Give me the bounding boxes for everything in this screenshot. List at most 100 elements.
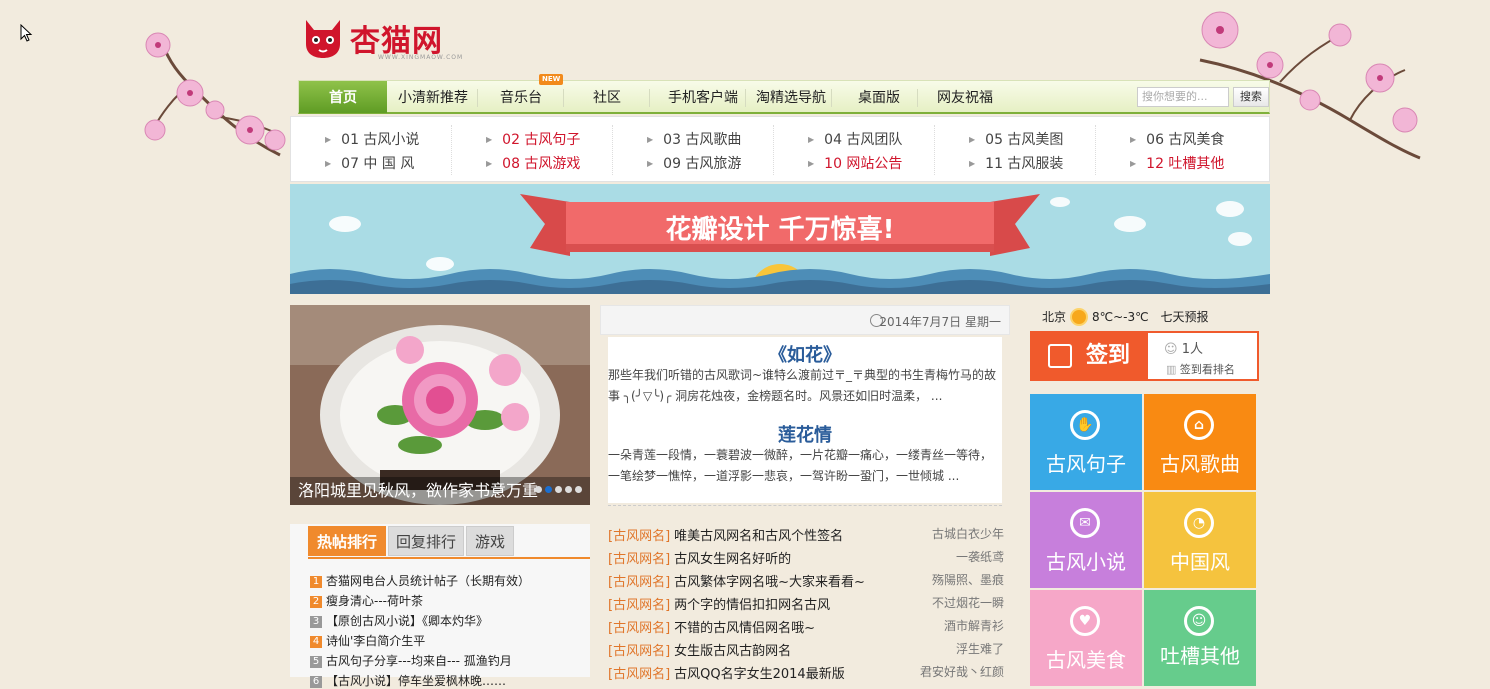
nav-item-community[interactable]: 社区 bbox=[565, 81, 649, 113]
arrow-right-icon: ▶ bbox=[1130, 135, 1137, 144]
clock-icon: ◔ bbox=[1184, 508, 1214, 538]
category-nav: ▶ 01 古风小说 ▶ 07 中 国 风 ▶ 02 古风句子 ▶ 08 古风游戏 ▶ 03… bbox=[290, 116, 1270, 182]
category-column: ▶ 05 古风美图 ▶ 11 古风服装 bbox=[935, 125, 1096, 175]
nav-item-taobao[interactable]: 淘精选导航 bbox=[747, 81, 835, 113]
category-link[interactable]: ▶ 12 吐槽其他 bbox=[1130, 153, 1224, 173]
category-link[interactable]: ▶ 11 古风服装 bbox=[969, 153, 1063, 173]
mouse-cursor-icon bbox=[20, 24, 33, 42]
site-logo[interactable]: 杏猫网 WWW.XINGMAOW.COM bbox=[300, 12, 462, 64]
tile-other[interactable]: ☺ 吐槽其他 bbox=[1144, 590, 1256, 686]
arrow-right-icon: ▶ bbox=[808, 135, 815, 144]
category-column: ▶ 06 古风美食 ▶ 12 吐槽其他 bbox=[1096, 125, 1256, 175]
tile-food[interactable]: ♥ 古风美食 bbox=[1030, 590, 1142, 686]
tab-replies[interactable]: 回复排行 bbox=[388, 526, 464, 556]
weather-widget[interactable]: 北京 8℃~-3℃ 七天预报 bbox=[1042, 308, 1208, 325]
list-item[interactable]: [古风网名] 古风女生网名好听的 一袭纸鸢 bbox=[608, 548, 1004, 567]
arrow-right-icon: ▶ bbox=[325, 159, 332, 168]
article-title[interactable]: 《如花》 bbox=[608, 341, 1002, 367]
home-icon: ⌂ bbox=[1184, 410, 1214, 440]
nav-item-fresh[interactable]: 小清新推荐 bbox=[389, 81, 477, 113]
slider-image bbox=[290, 305, 590, 505]
center-column: 2014年7月7日 星期一 《如花》 那些年我们听错的古风歌词~谁特么渡前过〒_… bbox=[600, 305, 1010, 682]
list-item[interactable]: [古风网名] 女生版古风古韵网名 浮生难了 bbox=[608, 640, 1004, 659]
sign-in-button[interactable]: 签到 bbox=[1032, 333, 1148, 379]
nav-separator bbox=[745, 89, 746, 107]
nav-separator bbox=[477, 89, 478, 107]
list-item[interactable]: [古风网名] 唯美古风网名和古风个性签名 古城白衣少年 bbox=[608, 525, 1004, 544]
tile-chinese-style[interactable]: ◔ 中国风 bbox=[1144, 492, 1256, 588]
date-bar: 2014年7月7日 星期一 bbox=[600, 305, 1010, 335]
divider bbox=[608, 505, 1002, 506]
tab-hot-posts[interactable]: 热帖排行 bbox=[308, 526, 386, 556]
nav-item-home[interactable]: 首页 bbox=[299, 81, 387, 113]
image-slider[interactable]: 洛阳城里见秋风，欲作家书意万重 bbox=[290, 305, 590, 505]
slider-dot-active[interactable] bbox=[545, 486, 552, 493]
featured-articles: 《如花》 那些年我们听错的古风歌词~谁特么渡前过〒_〒典型的书生青梅竹马的故事 … bbox=[608, 337, 1002, 503]
hand-icon: ✋ bbox=[1070, 410, 1100, 440]
nav-item-music[interactable]: 音乐台 bbox=[479, 81, 563, 113]
article-title[interactable]: 莲花情 bbox=[608, 421, 1002, 447]
slider-dot[interactable] bbox=[555, 486, 562, 493]
article-summary: 一朵青莲一段情，一蓑碧波一微醉，一片花瓣一痛心，一缕青丝一等待，一笔绘梦一憔悴，… bbox=[608, 448, 993, 483]
right-column: 北京 8℃~-3℃ 七天预报 签到 ☺ 1人 ▥ 签到看排名 ✋ 古风句子 ⌂ 古… bbox=[1030, 305, 1270, 686]
arrow-right-icon: ▶ bbox=[486, 135, 493, 144]
sign-in-count: ☺ 1人 bbox=[1164, 342, 1203, 357]
tile-songs[interactable]: ⌂ 古风歌曲 bbox=[1144, 394, 1256, 490]
heart-icon: ♥ bbox=[1070, 606, 1100, 636]
list-item[interactable]: [古风网名] 古风QQ名字女生2014最新版 君安好哉丶红颜 bbox=[608, 663, 1004, 682]
arrow-right-icon: ▶ bbox=[808, 159, 815, 168]
user-icon: ☺ bbox=[1164, 342, 1182, 357]
list-item[interactable]: 1 杏猫网电台人员统计帖子（长期有效） bbox=[310, 572, 530, 589]
tab-games[interactable]: 游戏 bbox=[466, 526, 514, 556]
category-column: ▶ 03 古风歌曲 ▶ 09 古风旅游 bbox=[613, 125, 774, 175]
sign-in-rank-link[interactable]: ▥ 签到看排名 bbox=[1166, 361, 1235, 377]
list-item[interactable]: [古风网名] 古风繁体字网名哦~大家来看看~ 殇陽照、墨痕 bbox=[608, 571, 1004, 590]
new-badge: NEW bbox=[539, 74, 564, 85]
category-link[interactable]: ▶ 01 古风小说 bbox=[325, 129, 419, 149]
category-link[interactable]: ▶ 08 古风游戏 bbox=[486, 153, 580, 173]
nav-item-blessing[interactable]: 网友祝福 bbox=[919, 81, 1011, 113]
nav-item-mobile[interactable]: 手机客户端 bbox=[651, 81, 755, 113]
arrow-right-icon: ▶ bbox=[1130, 159, 1137, 168]
list-item[interactable]: 4 诗仙'李白简介生平 bbox=[310, 632, 425, 649]
nav-separator bbox=[831, 89, 832, 107]
slider-dot[interactable] bbox=[565, 486, 572, 493]
arrow-right-icon: ▶ bbox=[647, 135, 654, 144]
list-item[interactable]: [古风网名] 两个字的情侣扣扣网名古风 不过烟花一瞬 bbox=[608, 594, 1004, 613]
banner-text: 花瓣设计 千万惊喜! bbox=[665, 215, 895, 245]
tile-novels[interactable]: ✉ 古风小说 bbox=[1030, 492, 1142, 588]
list-item[interactable]: 5 古风句子分享---均来自--- 孤渔钓月 bbox=[310, 652, 512, 669]
sunny-icon bbox=[1072, 310, 1087, 324]
arrow-right-icon: ▶ bbox=[969, 159, 976, 168]
nav-separator bbox=[563, 89, 564, 107]
category-link[interactable]: ▶ 04 古风团队 bbox=[808, 129, 902, 149]
nav-item-desktop[interactable]: 桌面版 bbox=[833, 81, 925, 113]
main-nav: 首页 小清新推荐 音乐台 NEW 社区 手机客户端 淘精选导航 桌面版 网友祝福… bbox=[298, 74, 1270, 114]
list-item[interactable]: 2 瘦身清心---荷叶茶 bbox=[310, 592, 423, 609]
category-column: ▶ 04 古风团队 ▶ 10 网站公告 bbox=[774, 125, 935, 175]
cat-logo-icon bbox=[306, 20, 340, 58]
list-item[interactable]: 6 【古风小说】停车坐爱枫林晚…… bbox=[310, 672, 506, 689]
search-input[interactable]: 搜你想要的... bbox=[1137, 87, 1229, 107]
category-link[interactable]: ▶ 05 古风美图 bbox=[969, 129, 1063, 149]
category-link[interactable]: ▶ 07 中 国 风 bbox=[325, 153, 414, 173]
category-link[interactable]: ▶ 02 古风句子 bbox=[486, 129, 580, 149]
mail-icon: ✉ bbox=[1070, 508, 1100, 538]
slider-dot[interactable] bbox=[535, 486, 542, 493]
forecast-link[interactable]: 七天预报 bbox=[1160, 310, 1208, 324]
left-blossom-decoration bbox=[144, 32, 286, 157]
tile-sentences[interactable]: ✋ 古风句子 bbox=[1030, 394, 1142, 490]
list-item[interactable]: 3 【原创古风小说】《卿本灼华》 bbox=[310, 612, 488, 629]
promo-banner[interactable]: 花瓣设计 千万惊喜! bbox=[290, 184, 1270, 294]
category-column: ▶ 02 古风句子 ▶ 08 古风游戏 bbox=[452, 125, 613, 175]
category-link[interactable]: ▶ 03 古风歌曲 bbox=[647, 129, 741, 149]
arrow-right-icon: ▶ bbox=[969, 135, 976, 144]
list-item[interactable]: [古风网名] 不错的古风情侣网名哦~ 酒市解青衫 bbox=[608, 617, 1004, 636]
slider-dot[interactable] bbox=[575, 486, 582, 493]
search-button[interactable]: 搜索 bbox=[1233, 87, 1269, 107]
nav-separator bbox=[649, 89, 650, 107]
category-link[interactable]: ▶ 06 古风美食 bbox=[1130, 129, 1224, 149]
category-link[interactable]: ▶ 09 古风旅游 bbox=[647, 153, 741, 173]
arrow-right-icon: ▶ bbox=[647, 159, 654, 168]
category-link[interactable]: ▶ 10 网站公告 bbox=[808, 153, 902, 173]
